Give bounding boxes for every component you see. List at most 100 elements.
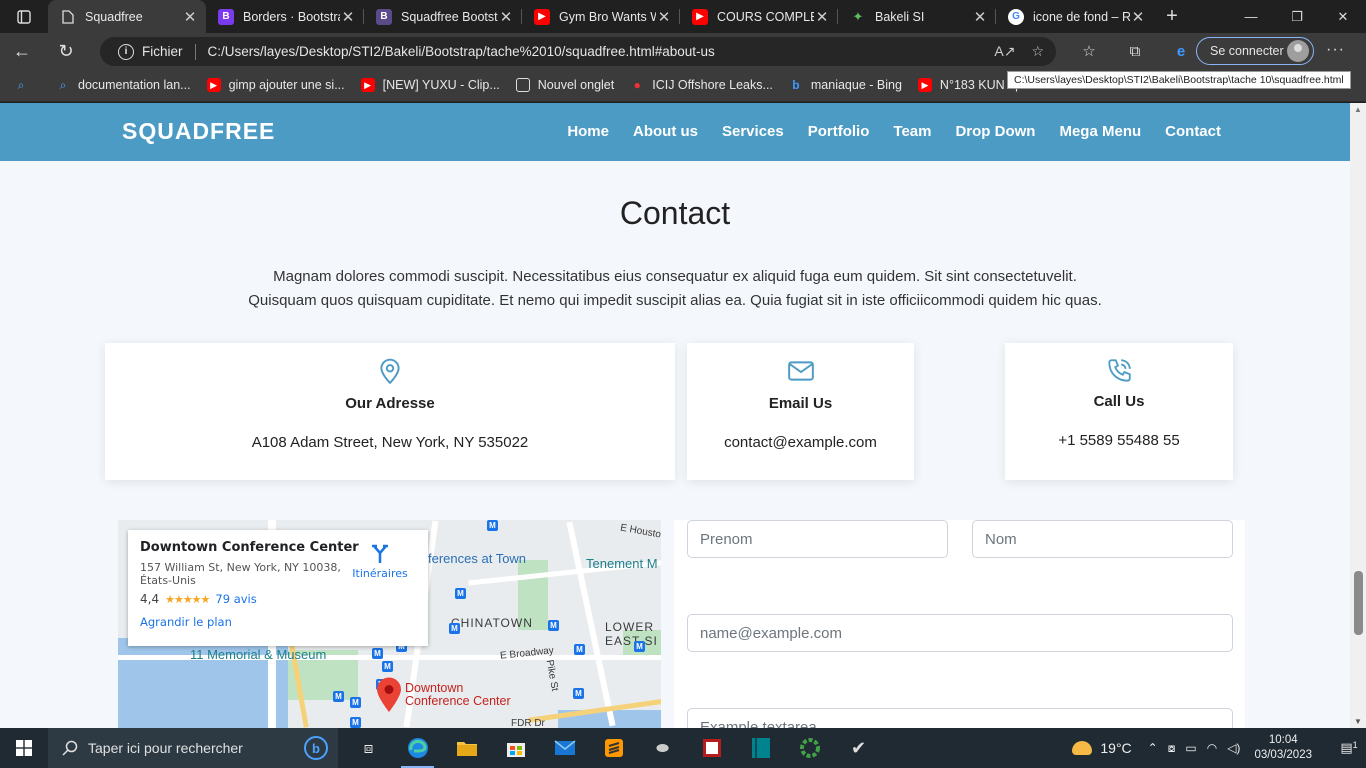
map-pin-marker-icon[interactable] — [376, 677, 402, 713]
tab-gym-bro[interactable]: ▶ Gym Bro Wants W ✕ — [522, 0, 680, 33]
close-icon[interactable]: ✕ — [498, 8, 514, 26]
site-nav-links: Home About us Services Portfolio Team Dr… — [567, 123, 1221, 140]
tab-borders[interactable]: B Borders · Bootstrap ✕ — [206, 0, 364, 33]
address-bar[interactable]: i Fichier C:/Users/layes/Desktop/STI2/Ba… — [100, 37, 1056, 66]
bookmark-item[interactable]: Nouvel onglet — [515, 78, 614, 92]
app-icon[interactable] — [687, 728, 736, 768]
sign-in-button[interactable]: Se connecter — [1196, 37, 1314, 65]
map-label: Tenement M — [586, 556, 658, 571]
description-line: Quisquam quos quisquam cupiditate. Et ne… — [248, 292, 1102, 309]
scroll-up-icon[interactable]: ▲ — [1354, 105, 1362, 114]
nav-about-us[interactable]: About us — [633, 123, 698, 140]
app-icon[interactable] — [736, 728, 785, 768]
site-logo[interactable]: SQUADFREE — [122, 118, 275, 145]
tab-icone[interactable]: G icone de fond – R ✕ — [996, 0, 1154, 33]
tab-label: Borders · Bootstrap — [243, 9, 340, 24]
nav-mega-menu[interactable]: Mega Menu — [1059, 123, 1141, 140]
tab-actions-button[interactable] — [0, 0, 48, 33]
close-window-button[interactable]: ✕ — [1320, 0, 1366, 33]
nav-home[interactable]: Home — [567, 123, 609, 140]
store-app[interactable] — [491, 728, 540, 768]
bootstrap-icon: B — [376, 8, 392, 25]
bookmark-item[interactable]: ▶ [NEW] YUXU - Clip... — [360, 78, 500, 92]
app-icon[interactable] — [785, 728, 834, 768]
close-icon[interactable]: ✕ — [972, 8, 988, 26]
search-placeholder: Taper ici pour rechercher — [88, 740, 243, 756]
card-title: Email Us — [768, 395, 833, 412]
battery-icon[interactable]: ▭ — [1185, 741, 1196, 756]
device-icon[interactable]: ⧇ — [1168, 741, 1176, 756]
favorite-add-icon[interactable]: ☆ — [1031, 43, 1044, 60]
temperature: 19°C — [1100, 740, 1132, 756]
bookmark-item[interactable]: ⌕ documentation lan... — [56, 77, 191, 93]
app-icon[interactable]: ⬬ — [638, 728, 687, 768]
file-explorer-app[interactable] — [442, 728, 491, 768]
card-value[interactable]: contact@example.com — [687, 434, 914, 451]
first-name-input[interactable]: Prenom — [687, 520, 948, 558]
tab-cours-complet[interactable]: ▶ COURS COMPLET ✕ — [680, 0, 838, 33]
task-view-button[interactable]: ⧈ — [344, 728, 393, 768]
youtube-icon: ▶ — [360, 78, 375, 92]
scrollbar-thumb[interactable] — [1354, 571, 1363, 635]
more-menu-icon[interactable]: ··· — [1326, 41, 1345, 59]
nav-contact[interactable]: Contact — [1165, 123, 1221, 140]
bookmark-search[interactable]: ⌕ — [14, 78, 36, 92]
read-aloud-icon[interactable]: A↗ — [994, 43, 1015, 60]
back-button[interactable]: ← — [0, 41, 44, 62]
refresh-icon: ↻ — [58, 40, 74, 61]
nav-services[interactable]: Services — [722, 123, 784, 140]
scroll-down-icon[interactable]: ▼ — [1354, 717, 1362, 726]
search-icon: ⌕ — [59, 77, 67, 92]
sublime-app[interactable] — [589, 728, 638, 768]
volume-icon[interactable]: ◁) — [1227, 741, 1240, 756]
tab-squadfree[interactable]: Squadfree ✕ — [48, 0, 206, 33]
minimize-button[interactable]: — — [1228, 0, 1274, 33]
nav-portfolio[interactable]: Portfolio — [808, 123, 870, 140]
close-icon[interactable]: ✕ — [656, 8, 672, 26]
bookmark-item[interactable]: ● ICIJ Offshore Leaks... — [630, 78, 773, 92]
favorites-icon[interactable]: ☆ — [1068, 42, 1110, 60]
last-name-input[interactable]: Nom — [972, 520, 1233, 558]
map-label: CHINATOWN — [451, 616, 533, 630]
refresh-button[interactable]: ↻ — [44, 41, 88, 62]
tab-label: Bakeli SI — [875, 9, 925, 24]
collections-icon[interactable]: ⧉ — [1114, 43, 1156, 60]
taskbar-search[interactable]: Taper ici pour rechercher b — [48, 728, 338, 768]
notification-count: 1 — [1352, 740, 1358, 750]
google-map[interactable]: ferences at Town Tenement M CHINATOWN LO… — [118, 520, 661, 728]
tab-bakeli[interactable]: ✦ Bakeli SI ✕ — [838, 0, 996, 33]
close-icon[interactable]: ✕ — [340, 8, 356, 26]
new-tab-button[interactable]: + — [1154, 0, 1190, 33]
close-icon[interactable]: ✕ — [182, 8, 198, 26]
folder-icon — [456, 742, 477, 756]
close-icon[interactable]: ✕ — [1130, 8, 1146, 26]
nav-drop-down[interactable]: Drop Down — [955, 123, 1035, 140]
chevron-up-icon[interactable]: ⌃ — [1148, 741, 1158, 756]
info-icon[interactable]: i — [118, 43, 134, 60]
app-icon[interactable]: ✔ — [834, 728, 883, 768]
reviews-link[interactable]: 79 avis — [215, 592, 256, 606]
clock[interactable]: 10:04 03/03/2023 — [1254, 733, 1312, 763]
weather-icon — [1072, 741, 1093, 755]
close-icon[interactable]: ✕ — [814, 8, 830, 26]
wifi-icon[interactable]: ◠ — [1207, 741, 1217, 756]
message-textarea[interactable]: Example textarea — [687, 708, 1233, 728]
nav-team[interactable]: Team — [893, 123, 931, 140]
card-value[interactable]: +1 5589 55488 55 — [1005, 432, 1233, 449]
edge-app[interactable] — [393, 728, 442, 768]
bookmark-item[interactable]: b maniaque - Bing — [789, 78, 902, 92]
restore-button[interactable]: ❐ — [1274, 0, 1320, 33]
tab-squadfree-bootstrap[interactable]: B Squadfree Bootstrap ✕ — [364, 0, 522, 33]
bing-icon[interactable]: b — [304, 736, 328, 760]
bookmark-item[interactable]: ▶ gimp ajouter une si... — [206, 78, 345, 92]
mail-app[interactable] — [540, 728, 589, 768]
weather-widget[interactable]: 19°C — [1072, 740, 1132, 756]
page-scrollbar[interactable]: ▲ ▼ — [1350, 103, 1366, 728]
enlarge-map-link[interactable]: Agrandir le plan — [140, 615, 416, 629]
directions-button[interactable]: Itinéraires — [350, 542, 410, 580]
start-button[interactable] — [0, 740, 48, 756]
email-input[interactable]: name@example.com — [687, 614, 1233, 652]
card-title: Our Adresse — [345, 395, 435, 412]
notifications-button[interactable]: ▤ 1 — [1332, 740, 1366, 756]
map-label: E Housto — [619, 522, 661, 541]
